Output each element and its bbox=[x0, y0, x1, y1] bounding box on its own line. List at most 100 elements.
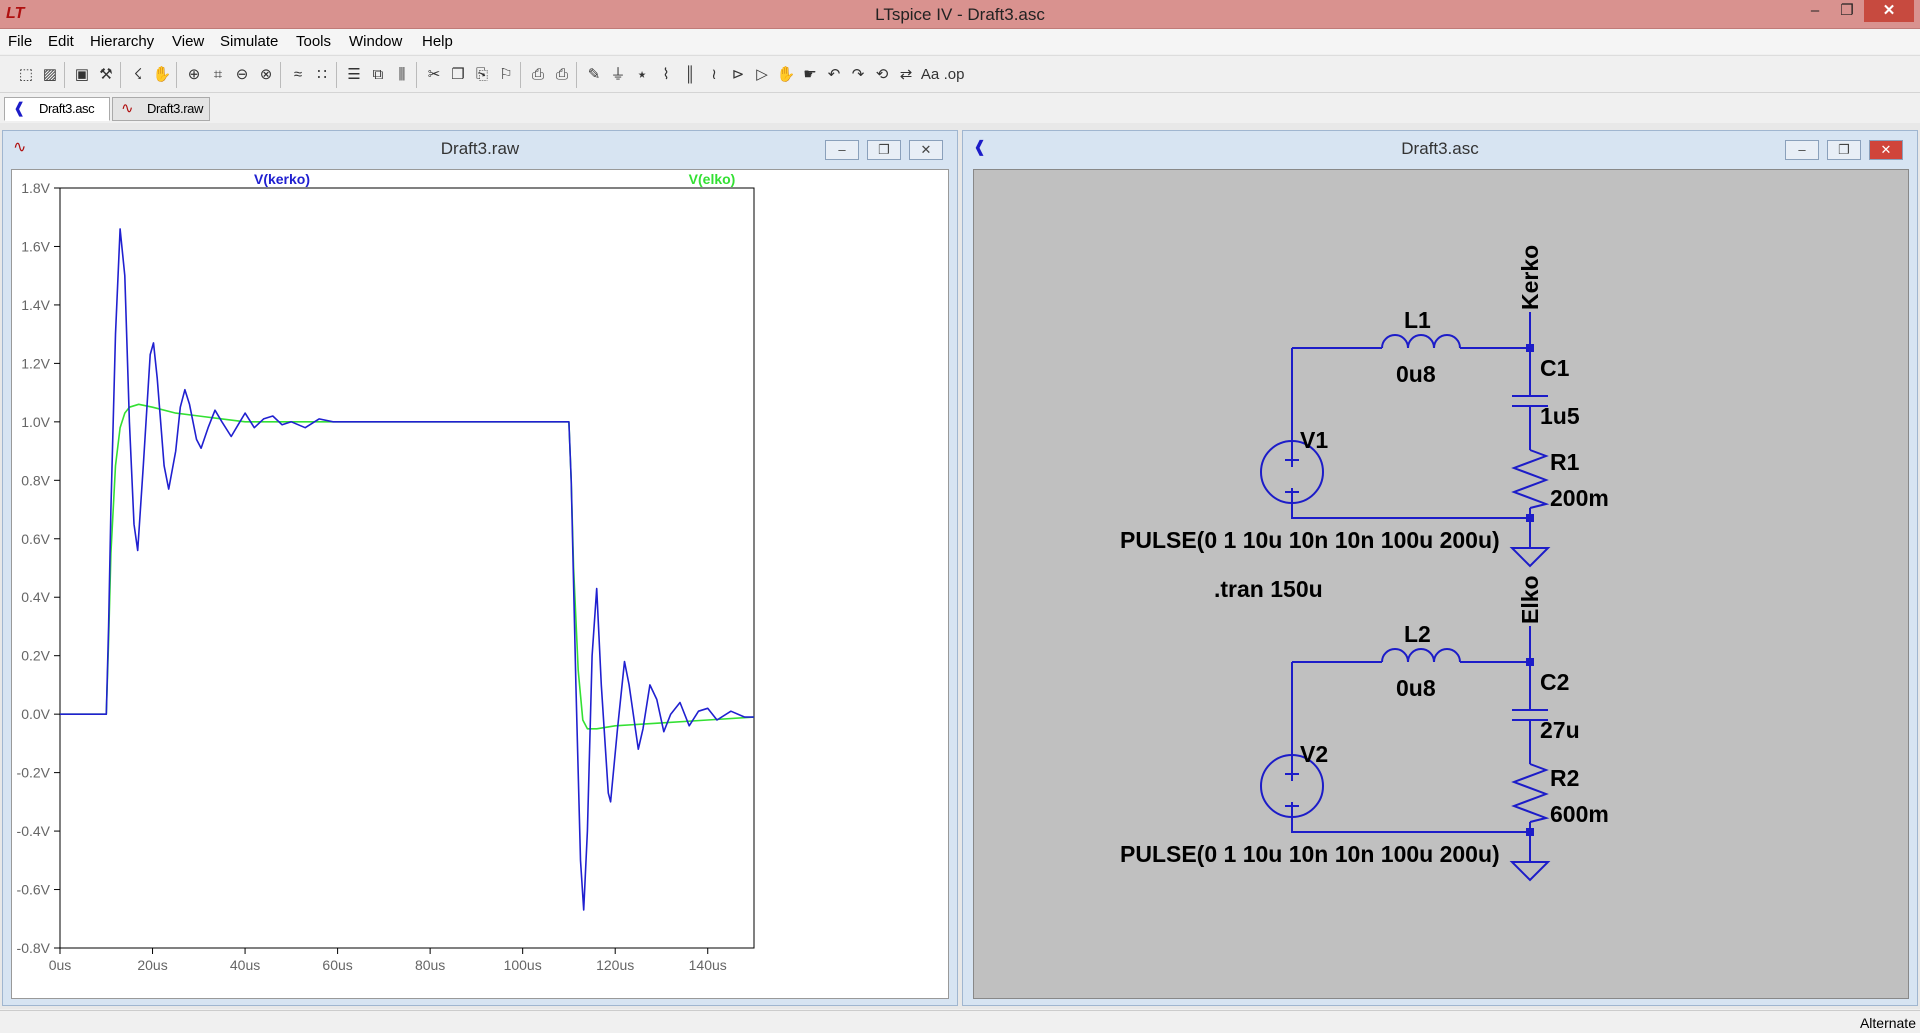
move-icon[interactable]: ✋ bbox=[774, 63, 798, 87]
y-tick-label: 1.0V bbox=[21, 414, 50, 430]
y-tick-label: 0.2V bbox=[21, 648, 50, 664]
window-title: LTspice IV - Draft3.asc bbox=[875, 5, 1045, 24]
legend-velko[interactable]: V(elko) bbox=[689, 171, 736, 187]
junction-dot bbox=[1526, 344, 1534, 352]
y-tick-label: -0.6V bbox=[17, 882, 51, 898]
schematic-icon: ❰ bbox=[13, 100, 26, 117]
restore-button[interactable]: ❐ bbox=[1832, 0, 1862, 22]
net-label-elko[interactable]: Elko bbox=[1517, 575, 1543, 624]
x-tick-label: 40us bbox=[230, 957, 260, 973]
y-tick-label: 1.2V bbox=[21, 355, 50, 371]
value-c2: 27u bbox=[1540, 717, 1580, 743]
toolbar-separator bbox=[520, 62, 521, 88]
zoom-fit-icon[interactable]: ⌗ bbox=[206, 63, 230, 87]
print-setup-icon[interactable]: ⎙ bbox=[526, 63, 550, 87]
value-l1: 0u8 bbox=[1396, 361, 1436, 387]
paste-icon[interactable]: ⎘ bbox=[470, 63, 494, 87]
y-tick-label: 0.0V bbox=[21, 706, 50, 722]
waveform-plot-area[interactable]: 1.8V 1.6V 1.4V 1.2V 1.0V 0.8V 0.6V 0.4V 0.2V 0.0V… bbox=[11, 169, 949, 999]
x-tick-label: 100us bbox=[504, 957, 542, 973]
menu-tools[interactable]: Tools bbox=[296, 33, 331, 50]
y-tick-label: 1.8V bbox=[21, 180, 50, 196]
schematic-window-caption: ❰ Draft3.asc – ❐ ✕ bbox=[963, 131, 1917, 163]
zoom-out-icon[interactable]: ⊖ bbox=[230, 63, 254, 87]
component-icon[interactable]: ▷ bbox=[750, 63, 774, 87]
new-schematic-icon[interactable]: ⬚ bbox=[14, 63, 38, 87]
schematic-minimize-button[interactable]: – bbox=[1785, 140, 1819, 160]
resistor-icon[interactable]: ⌇ bbox=[654, 63, 678, 87]
minimize-button[interactable]: – bbox=[1800, 0, 1830, 22]
toolbar-separator bbox=[576, 62, 577, 88]
zoom-in-icon[interactable]: ⊕ bbox=[182, 63, 206, 87]
schematic-restore-button[interactable]: ❐ bbox=[1827, 140, 1861, 160]
save-icon[interactable]: ▣ bbox=[70, 63, 94, 87]
inductor-icon[interactable]: ≀ bbox=[702, 63, 726, 87]
copy-icon[interactable]: ❐ bbox=[446, 63, 470, 87]
open-icon[interactable]: ▨ bbox=[38, 63, 62, 87]
draw-wire-icon[interactable]: ✎ bbox=[582, 63, 606, 87]
source-polarity-marks bbox=[1285, 767, 1299, 807]
find-icon[interactable]: ⚐ bbox=[494, 63, 518, 87]
menu-hierarchy[interactable]: Hierarchy bbox=[90, 33, 154, 50]
resistor-r2[interactable] bbox=[1511, 763, 1550, 823]
menu-simulate[interactable]: Simulate bbox=[220, 33, 278, 50]
run-icon[interactable]: ☇ bbox=[126, 63, 150, 87]
wire[interactable] bbox=[1291, 802, 1530, 833]
capacitor-icon[interactable]: ║ bbox=[678, 63, 702, 87]
label-l2: L2 bbox=[1404, 621, 1431, 647]
tab-draft3-asc[interactable]: ❰ Draft3.asc bbox=[4, 97, 110, 121]
tile-horizontal-icon[interactable]: ☰ bbox=[342, 63, 366, 87]
ground-symbol[interactable] bbox=[1509, 832, 1551, 882]
mirror-icon[interactable]: ⇄ bbox=[894, 63, 918, 87]
waveform-minimize-button[interactable]: – bbox=[825, 140, 859, 160]
diode-icon[interactable]: ⊳ bbox=[726, 63, 750, 87]
zoom-cancel-icon[interactable]: ⊗ bbox=[254, 63, 278, 87]
waveform-icon: ∿ bbox=[121, 100, 134, 117]
plot-settings-icon[interactable]: ∷ bbox=[310, 63, 334, 87]
inductor-l2[interactable] bbox=[1381, 648, 1461, 663]
label-net-icon[interactable]: ⭑ bbox=[630, 63, 654, 87]
junction-dot bbox=[1526, 828, 1534, 836]
tab-label: Draft3.asc bbox=[39, 101, 95, 116]
close-button[interactable]: ✕ bbox=[1864, 0, 1914, 22]
menu-bar: File Edit Hierarchy View Simulate Tools … bbox=[0, 29, 1920, 54]
menu-window[interactable]: Window bbox=[349, 33, 402, 50]
inductor-l1[interactable] bbox=[1381, 334, 1461, 349]
control-panel-icon[interactable]: ⚒ bbox=[94, 63, 118, 87]
schematic-canvas[interactable]: Kerko Elko L1 0u8 C1 1u5 R1 200m V1 PULS… bbox=[973, 169, 1909, 999]
cascade-icon[interactable]: ⧉ bbox=[366, 63, 390, 87]
resistor-r1[interactable] bbox=[1511, 449, 1550, 509]
autorange-icon[interactable]: ≈ bbox=[286, 63, 310, 87]
spice-directive-tran[interactable]: .tran 150u bbox=[1214, 576, 1323, 602]
plot-frame bbox=[59, 187, 755, 949]
undo-icon[interactable]: ↶ bbox=[822, 63, 846, 87]
waveform-restore-button[interactable]: ❐ bbox=[867, 140, 901, 160]
menu-view[interactable]: View bbox=[172, 33, 204, 50]
legend-vkerko[interactable]: V(kerko) bbox=[254, 171, 310, 187]
spice-directive-icon[interactable]: .op bbox=[942, 63, 966, 87]
value-l2: 0u8 bbox=[1396, 675, 1436, 701]
menu-edit[interactable]: Edit bbox=[48, 33, 74, 50]
redo-icon[interactable]: ↷ bbox=[846, 63, 870, 87]
label-l1: L1 bbox=[1404, 307, 1431, 333]
net-label-kerko[interactable]: Kerko bbox=[1517, 245, 1543, 310]
menu-help[interactable]: Help bbox=[422, 33, 453, 50]
tab-draft3-raw[interactable]: ∿ Draft3.raw bbox=[112, 97, 210, 121]
cut-icon[interactable]: ✂ bbox=[422, 63, 446, 87]
text-icon[interactable]: Aa bbox=[918, 63, 942, 87]
y-tick-label: -0.2V bbox=[17, 765, 51, 781]
print-icon[interactable]: ⎙ bbox=[550, 63, 574, 87]
y-tick-label: -0.4V bbox=[17, 823, 51, 839]
waveform-close-button[interactable]: ✕ bbox=[909, 140, 943, 160]
ground-symbol[interactable] bbox=[1509, 518, 1551, 568]
toolbar-separator bbox=[64, 62, 65, 88]
rotate-icon[interactable]: ⟲ bbox=[870, 63, 894, 87]
halt-icon[interactable]: ✋ bbox=[150, 63, 174, 87]
ground-icon[interactable]: ⏚ bbox=[606, 63, 630, 87]
tab-label: Draft3.raw bbox=[147, 101, 203, 116]
drag-icon[interactable]: ☛ bbox=[798, 63, 822, 87]
menu-file[interactable]: File bbox=[8, 33, 32, 50]
schematic-close-button[interactable]: ✕ bbox=[1869, 140, 1903, 160]
wire[interactable] bbox=[1291, 488, 1530, 519]
tile-vertical-icon[interactable]: ⫼ bbox=[390, 63, 414, 87]
